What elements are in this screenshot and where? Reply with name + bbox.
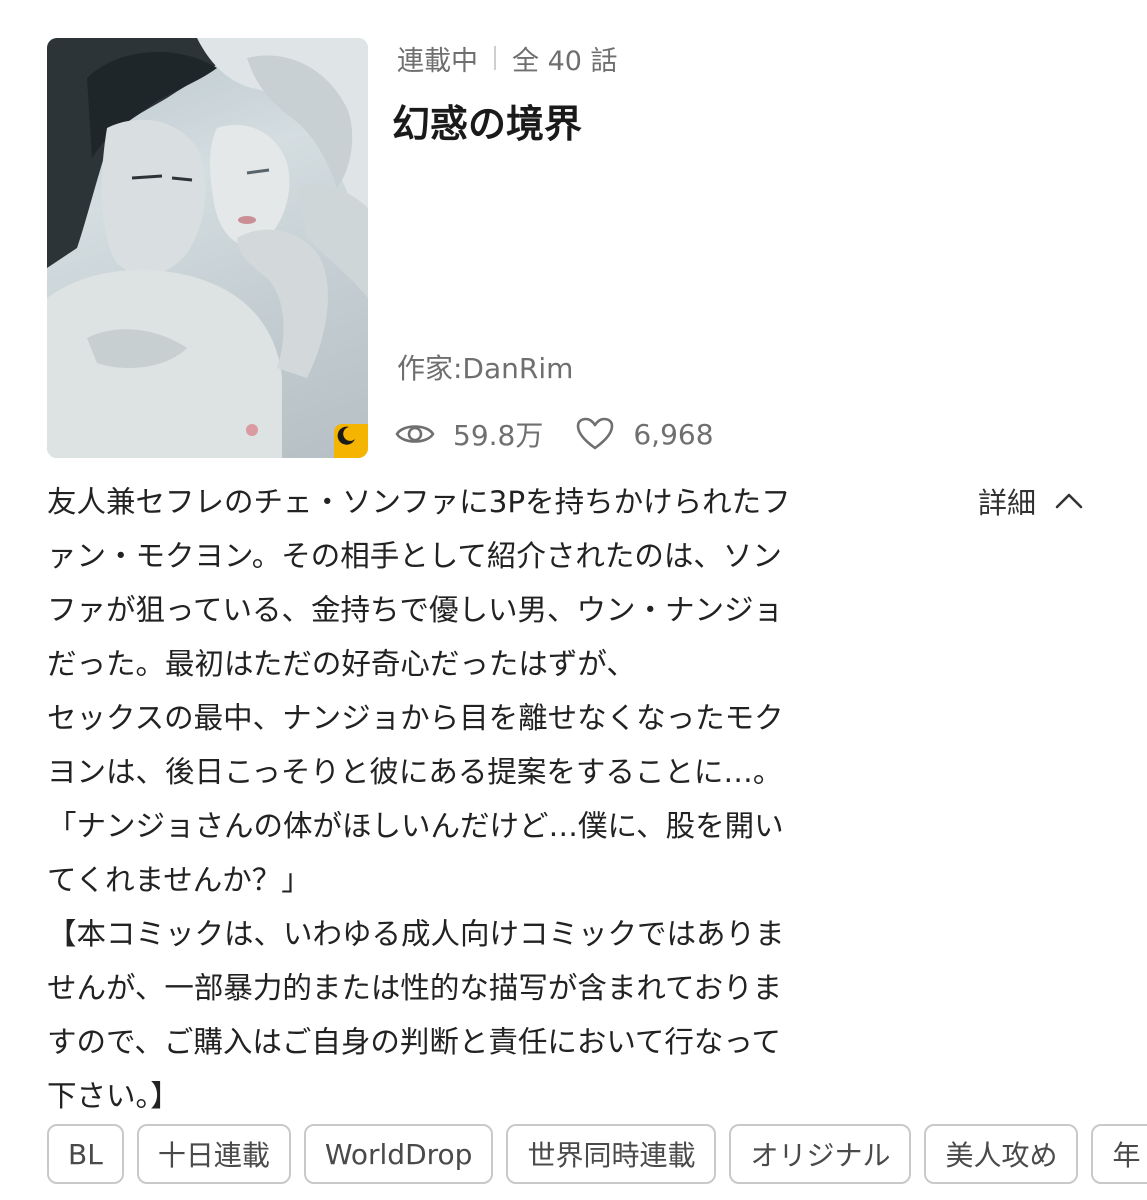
description-line: だった。最初はただの好奇心だったはずが、: [47, 647, 636, 681]
series-status: 連載中 全 40 話: [397, 38, 618, 78]
tag-chip[interactable]: 世界同時連載: [506, 1124, 717, 1184]
cover-illustration: [47, 38, 368, 458]
adult-badge: [334, 424, 368, 458]
cover-image[interactable]: [47, 38, 368, 458]
description-line: 「ナンジョさんの体がほしいんだけど…僕に、股を開い: [47, 809, 784, 843]
eye-icon: [395, 414, 435, 454]
status-divider: [494, 46, 496, 70]
tag-chip[interactable]: 十日連載: [136, 1124, 291, 1184]
series-detail-page: 連載中 全 40 話 幻惑の境界 作家:DanRim 59.8万 6,968 友…: [0, 0, 1147, 1200]
tag-list: BL 十日連載 WorldDrop 世界同時連載 オリジナル 美人攻め 年: [47, 1124, 1147, 1184]
tag-chip[interactable]: 年: [1091, 1124, 1147, 1184]
series-title: 幻惑の境界: [392, 102, 583, 146]
description-line: ァン・モクヨン。その相手として紹介されたのは、ソン: [47, 539, 782, 573]
heart-icon[interactable]: [575, 414, 615, 454]
like-count: 6,968: [633, 417, 714, 451]
episode-count: 全 40 話: [512, 45, 618, 77]
chevron-up-icon: [1054, 491, 1084, 511]
series-description: 友人兼セフレのチェ・ソンファに3Pを持ちかけられたフ ァン・モクヨン。その相手と…: [47, 475, 927, 1123]
description-line: 友人兼セフレのチェ・ソンファに3Pを持ちかけられたフ: [47, 485, 791, 519]
tag-chip[interactable]: オリジナル: [729, 1124, 912, 1184]
moon-icon: [337, 426, 355, 445]
tag-chip[interactable]: WorldDrop: [303, 1124, 494, 1184]
series-stats: 59.8万 6,968: [395, 413, 714, 455]
tag-chip[interactable]: BL: [47, 1124, 124, 1184]
description-line: セックスの最中、ナンジョから目を離せなくなったモク: [47, 701, 784, 735]
description-line: ヨンは、後日こっそりと彼にある提案をすることに…。: [47, 755, 783, 789]
description-line: すので、ご購入はご自身の判断と責任において行なって: [47, 1025, 781, 1059]
description-line: 下さい。】: [47, 1079, 180, 1113]
serialization-status: 連載中: [397, 45, 478, 77]
description-line: 【本コミックは、いわゆる成人向けコミックではありま: [47, 917, 785, 951]
author-name[interactable]: 作家:DanRim: [397, 347, 573, 387]
description-line: せんが、一部暴力的または性的な描写が含まれておりま: [47, 971, 783, 1005]
tag-chip[interactable]: 美人攻め: [924, 1124, 1079, 1184]
details-toggle-label: 詳細: [978, 486, 1037, 520]
description-line: てくれませんか？」: [47, 863, 311, 897]
view-count: 59.8万: [453, 419, 544, 452]
details-toggle-button[interactable]: 詳細: [978, 478, 1084, 524]
description-line: ファが狙っている、金持ちで優しい男、ウン・ナンジョ: [47, 593, 784, 627]
